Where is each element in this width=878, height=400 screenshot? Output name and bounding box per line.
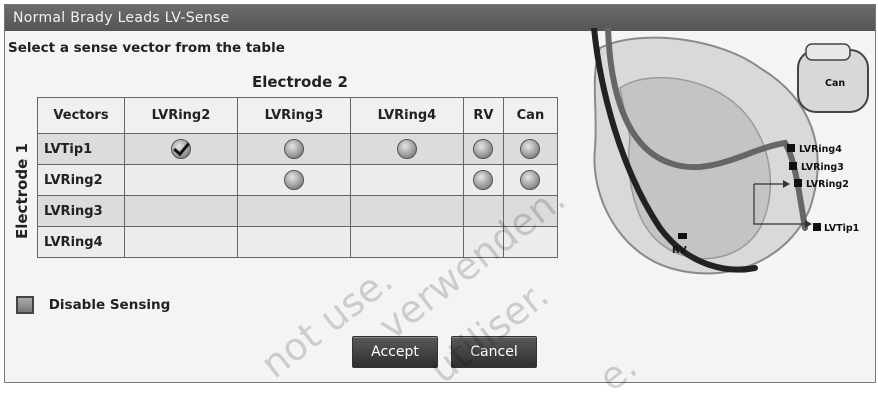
vector-cell[interactable] — [462, 164, 504, 196]
vector-cell — [124, 195, 238, 227]
row-group-label: Electrode 1 — [12, 143, 32, 240]
column-header: LVRing3 — [236, 97, 351, 134]
rv-label: RV — [672, 245, 687, 256]
disable-sensing-label: Disable Sensing — [48, 297, 171, 313]
can-header-icon — [805, 43, 851, 61]
vector-radio[interactable] — [283, 170, 304, 190]
lvring3-label: LVRing3 — [801, 162, 844, 173]
table-header-row: Vectors LVRing2 LVRing3 LVRing4 RV Can — [37, 97, 559, 134]
rv-marker — [678, 233, 687, 239]
row-header: LVRing3 — [37, 195, 125, 227]
column-header: RV — [462, 97, 504, 134]
column-header: Can — [502, 97, 559, 134]
vector-radio[interactable] — [473, 170, 494, 190]
vector-cell[interactable] — [502, 133, 559, 165]
vector-radio[interactable] — [473, 139, 494, 159]
vector-cell — [236, 226, 351, 258]
lvring4-label: LVRing4 — [799, 144, 842, 155]
arrow-head-icon — [805, 220, 812, 228]
vector-cell[interactable] — [349, 133, 464, 165]
vector-cell — [124, 164, 238, 196]
vector-cell — [124, 226, 238, 258]
column-group-label: Electrode 2 — [252, 73, 348, 91]
column-header: Vectors — [37, 97, 125, 134]
disable-sensing-checkbox[interactable] — [16, 296, 34, 314]
vector-cell — [349, 164, 464, 196]
vector-cell[interactable] — [124, 133, 238, 165]
vector-radio[interactable] — [283, 139, 304, 159]
row-header: LVTip1 — [37, 133, 125, 165]
lvring3-marker — [789, 162, 797, 170]
row-group-label-text: Electrode 1 — [13, 143, 31, 239]
vector-cell[interactable] — [236, 164, 351, 196]
row-header: LVRing2 — [37, 164, 125, 196]
vector-cell — [236, 195, 351, 227]
vector-cell[interactable] — [462, 133, 504, 165]
can-label: Can — [825, 78, 845, 89]
heart-lead-diagram: LVRing4 LVRing3 LVRing2 LVTip1 RV Can — [591, 28, 869, 275]
lvtip1-marker — [813, 223, 821, 231]
table-row: LVRing3 — [37, 195, 559, 227]
vector-radio[interactable] — [396, 139, 417, 159]
vector-cell — [349, 195, 464, 227]
table-row: LVRing2 — [37, 164, 559, 196]
column-header: LVRing2 — [124, 97, 238, 134]
vector-cell[interactable] — [236, 133, 351, 165]
lvtip1-label: LVTip1 — [824, 223, 859, 234]
lvring2-marker — [794, 179, 802, 187]
vector-radio[interactable] — [520, 139, 541, 159]
row-header: LVRing4 — [37, 226, 125, 258]
table-row: LVTip1 — [37, 133, 559, 165]
disable-sensing-option[interactable]: Disable Sensing — [16, 296, 170, 314]
lvring4-marker — [787, 144, 795, 152]
instruction-text: Select a sense vector from the table — [8, 40, 285, 56]
vector-radio-selected[interactable] — [170, 139, 191, 159]
lvring2-label: LVRing2 — [806, 179, 849, 190]
column-header: LVRing4 — [349, 97, 464, 134]
